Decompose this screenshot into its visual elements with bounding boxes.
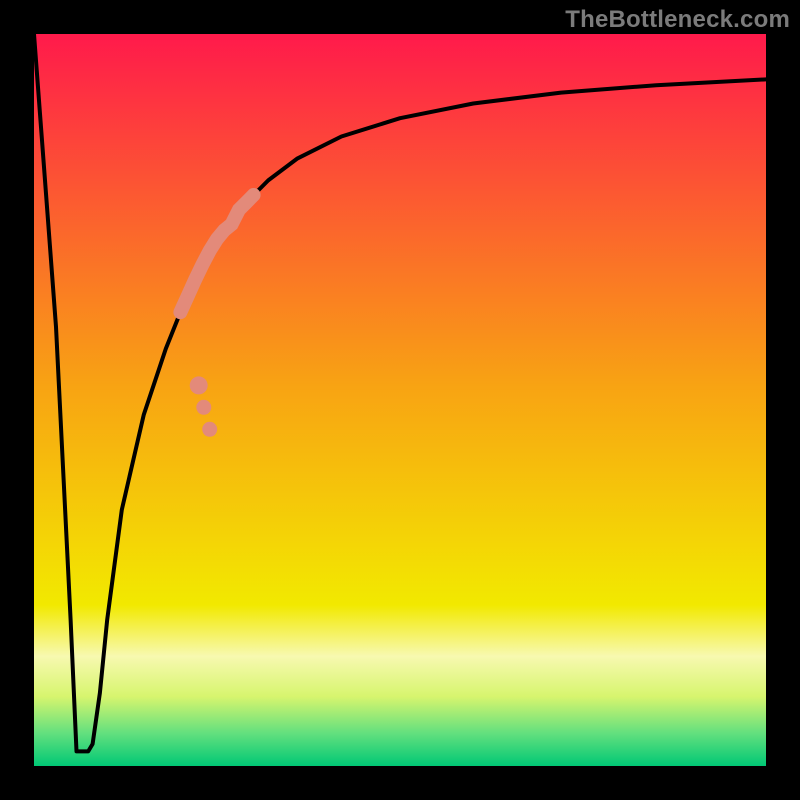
chart-container: TheBottleneck.com xyxy=(0,0,800,800)
highlight-dot xyxy=(202,422,217,437)
highlight-dot xyxy=(196,400,211,415)
highlight-dot xyxy=(190,376,208,394)
plot-area xyxy=(34,34,766,766)
attribution-label: TheBottleneck.com xyxy=(565,6,790,34)
bottleneck-chart xyxy=(0,0,800,800)
